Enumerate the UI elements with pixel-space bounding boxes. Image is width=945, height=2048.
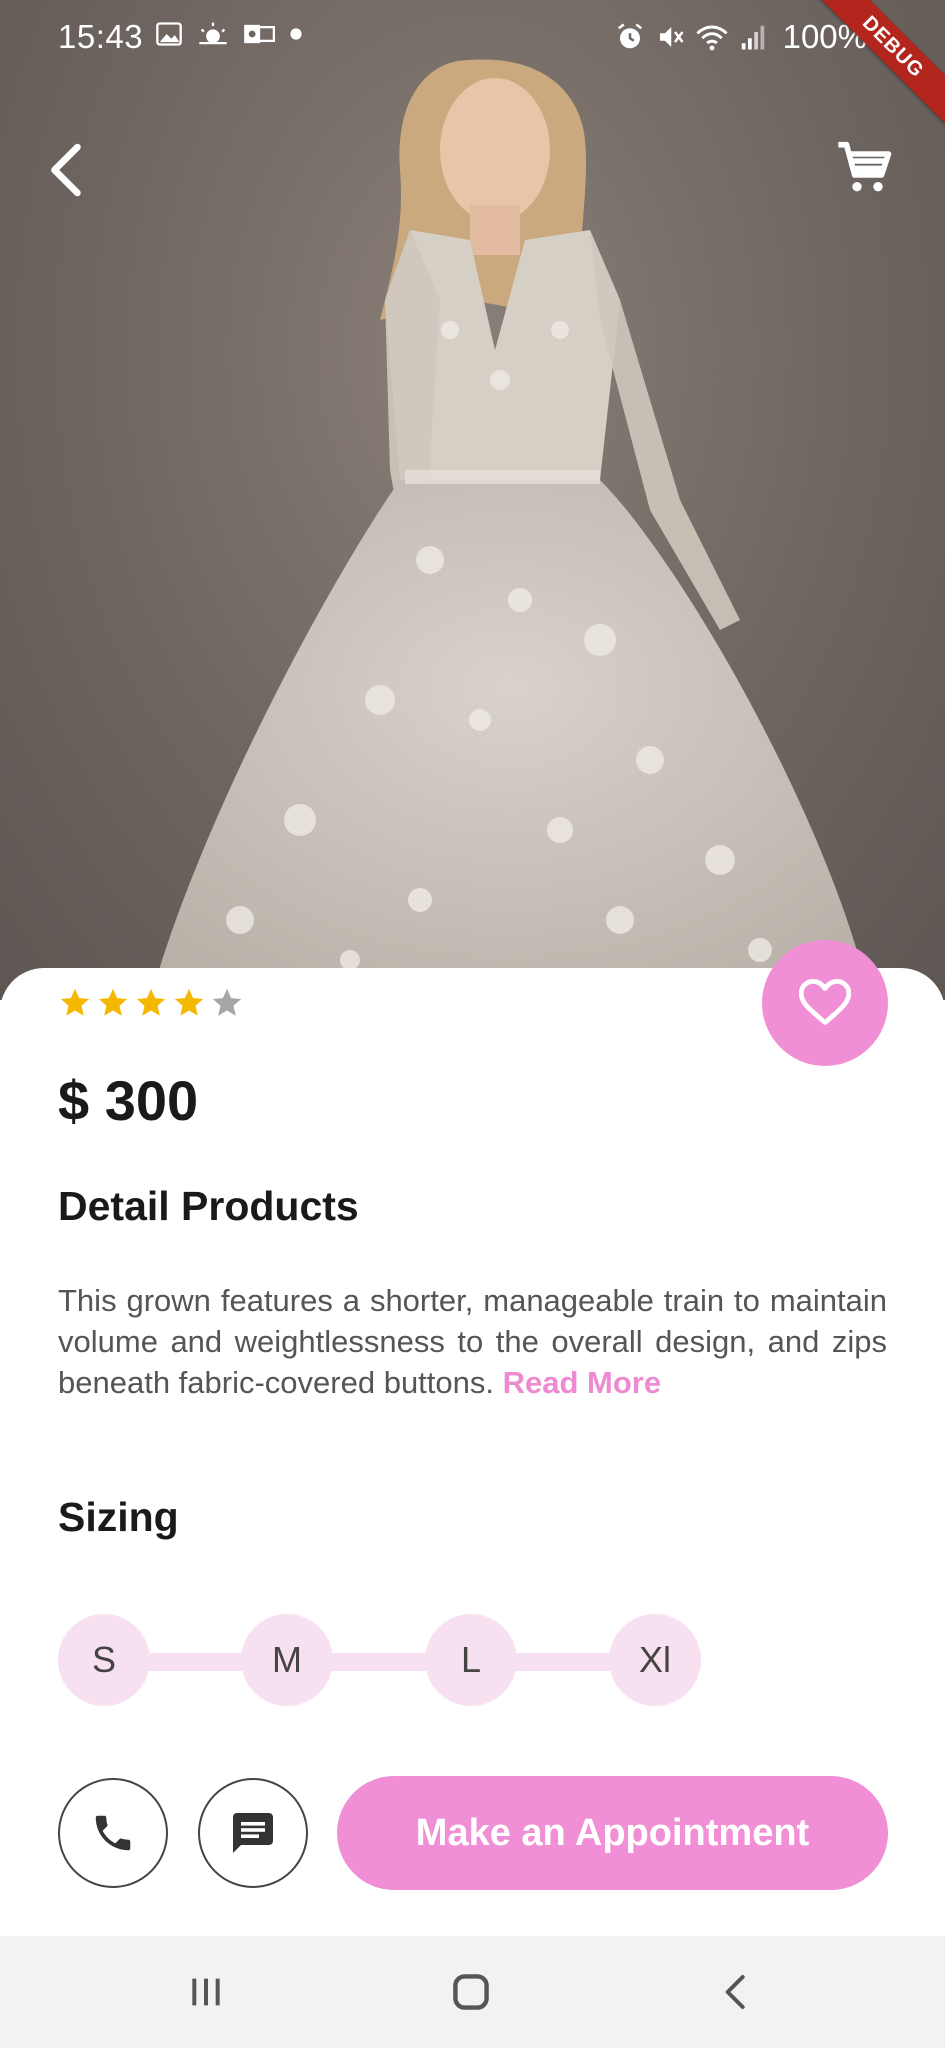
size-connector	[100, 1653, 660, 1671]
cart-button[interactable]	[836, 140, 892, 196]
size-option-l[interactable]: L	[425, 1614, 517, 1706]
back-button[interactable]	[42, 140, 92, 200]
weather-icon	[199, 22, 227, 45]
star-filled-icon	[60, 988, 90, 1016]
make-appointment-button[interactable]: Make an Appointment	[337, 1776, 888, 1890]
product-description: This grown features a shorter, manageabl…	[58, 1280, 887, 1403]
message-icon	[233, 1813, 273, 1853]
system-back-button[interactable]	[706, 1964, 766, 2020]
status-bar: 15:43 100% DEBUG	[0, 0, 945, 130]
star-filled-icon	[98, 988, 128, 1016]
read-more-link[interactable]: Read More	[503, 1365, 661, 1400]
phone-icon	[95, 1815, 131, 1851]
image-icon	[156, 22, 182, 46]
cart-icon	[838, 141, 892, 192]
wifi-icon	[695, 25, 728, 51]
outlook-icon	[244, 24, 275, 44]
home-button[interactable]	[441, 1964, 501, 2020]
system-nav-bar	[0, 1936, 945, 2048]
size-option-s[interactable]: S	[58, 1614, 150, 1706]
detail-products-heading: Detail Products	[58, 1183, 359, 1229]
chevron-left-icon	[51, 143, 81, 197]
recents-icon	[192, 1978, 220, 2006]
dot-icon	[290, 28, 302, 40]
wedding-dress-photo	[150, 59, 870, 1000]
mute-icon	[659, 27, 684, 47]
recents-button[interactable]	[176, 1964, 236, 2020]
signal-icon	[741, 25, 764, 50]
status-time: 15:43	[58, 18, 144, 55]
message-button[interactable]	[198, 1778, 308, 1888]
call-button[interactable]	[58, 1778, 168, 1888]
size-option-m[interactable]: M	[241, 1614, 333, 1706]
back-icon	[725, 1975, 745, 2009]
product-price: $ 300	[58, 1069, 199, 1132]
sizing-heading: Sizing	[58, 1494, 179, 1540]
alarm-icon	[617, 23, 642, 49]
favorite-button[interactable]	[762, 940, 888, 1066]
description-text: This grown features a shorter, manageabl…	[58, 1283, 887, 1400]
size-option-xl[interactable]: Xl	[609, 1614, 701, 1706]
star-empty-icon	[212, 988, 242, 1016]
home-icon	[453, 1974, 489, 2010]
heart-icon	[799, 979, 851, 1025]
product-image: 15:43 100% DEBUG	[0, 0, 945, 1000]
star-filled-icon	[174, 988, 204, 1016]
star-filled-icon	[136, 988, 166, 1016]
rating-stars	[58, 986, 244, 1020]
